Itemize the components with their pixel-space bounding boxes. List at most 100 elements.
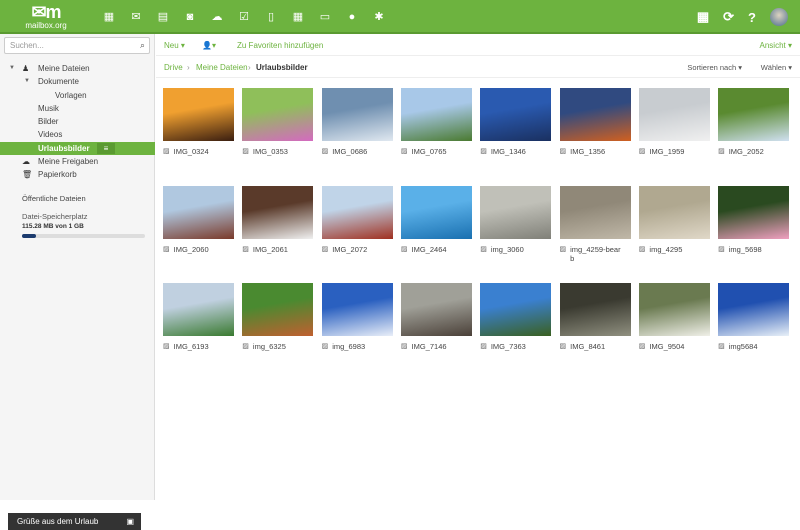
image-thumbnail[interactable] <box>718 88 790 141</box>
image-thumbnail[interactable] <box>718 283 790 336</box>
mail-icon[interactable]: ✉ <box>127 10 145 24</box>
folder-item[interactable]: ☁ Meine Freigaben <box>0 155 155 168</box>
drive-icon[interactable]: ☁ <box>208 10 226 24</box>
portal-icon[interactable]: ▦ <box>100 10 118 24</box>
presentation-icon[interactable]: ▭ <box>316 10 334 24</box>
greeting-button[interactable]: ▣ Grüße aus dem Urlaub <box>8 513 141 530</box>
image-file-icon: ▨ <box>242 245 249 253</box>
sort-dropdown[interactable]: Sortieren nach ▾ <box>687 63 742 72</box>
app-launcher-icon[interactable]: ▦ <box>697 9 709 25</box>
image-thumbnail[interactable] <box>480 88 552 141</box>
avatar[interactable] <box>770 8 788 26</box>
image-thumbnail[interactable] <box>400 88 472 141</box>
folder-menu-button[interactable]: ≡ <box>97 142 115 154</box>
public-files-link[interactable]: Öffentliche Dateien <box>22 194 86 203</box>
file-tile[interactable]: ▨ img_6983 <box>321 283 393 351</box>
image-thumbnail[interactable] <box>321 283 393 336</box>
contacts-icon[interactable]: ◙ <box>181 10 199 24</box>
breadcrumb-drive[interactable]: Drive <box>164 63 183 72</box>
folder-item[interactable]: Urlaubsbilder ≡ <box>0 141 155 156</box>
folder-item[interactable]: Videos <box>0 128 155 141</box>
folder-item[interactable]: Musik <box>0 102 155 115</box>
view-dropdown[interactable]: Ansicht ▾ <box>760 41 792 50</box>
file-tile[interactable]: ▨ IMG_6193 <box>163 283 234 351</box>
settings-icon[interactable]: ✱ <box>370 10 388 24</box>
caret-down-icon[interactable]: ▼ <box>24 75 30 88</box>
file-tile[interactable]: ▨ img_4259-bearb <box>559 185 631 263</box>
file-tile[interactable]: ▨ IMG_1959 <box>638 88 710 156</box>
image-thumbnail[interactable] <box>400 185 472 239</box>
image-file-icon: ▨ <box>242 343 249 350</box>
breadcrumb: Drive › Meine Dateien › Urlaubsbilder So… <box>156 56 800 78</box>
image-thumbnail[interactable] <box>400 283 472 336</box>
file-tile[interactable]: ▨ IMG_0353 <box>242 88 314 156</box>
file-tile[interactable]: ▨ IMG_2464 <box>400 185 472 254</box>
image-thumbnail[interactable] <box>638 283 710 336</box>
share-button[interactable]: 👤▾ <box>202 41 216 50</box>
file-tile[interactable]: ▨ IMG_2052 <box>718 88 790 156</box>
file-tile[interactable]: ▨ IMG_2060 <box>163 185 234 254</box>
image-thumbnail[interactable] <box>480 185 552 239</box>
image-thumbnail[interactable] <box>559 185 631 239</box>
image-thumbnail[interactable] <box>163 88 234 141</box>
tasks-icon[interactable]: ☑ <box>235 10 253 24</box>
folder-item[interactable]: 🗑 Papierkorb <box>0 168 155 181</box>
image-file-icon: ▨ <box>400 245 408 253</box>
image-thumbnail[interactable] <box>242 88 314 141</box>
mailbox-logo[interactable]: ✉m mailbox.org <box>24 3 68 30</box>
add-favorite-button[interactable]: Zu Favoriten hinzufügen <box>237 41 323 50</box>
file-tile[interactable]: ▨ IMG_0686 <box>321 88 393 156</box>
file-tile[interactable]: ▨ img_5698 <box>718 185 790 254</box>
file-tile[interactable]: ▨ IMG_2061 <box>242 185 314 254</box>
file-tile[interactable]: ▨ IMG_0324 <box>163 88 234 156</box>
help-icon[interactable]: ? <box>748 10 756 25</box>
image-thumbnail[interactable] <box>480 283 552 336</box>
image-thumbnail[interactable] <box>163 283 234 336</box>
image-thumbnail[interactable] <box>638 88 710 141</box>
file-name: IMG_6193 <box>173 342 209 351</box>
new-button[interactable]: Neu ▾ <box>164 41 185 50</box>
file-tile[interactable]: ▨ img_3060 <box>480 185 552 254</box>
file-tile[interactable]: ▨ img_4295 <box>638 185 710 254</box>
file-tile[interactable]: ▨ IMG_0765 <box>400 88 472 156</box>
image-thumbnail[interactable] <box>559 283 631 336</box>
file-tile[interactable]: ▨ img5684 <box>718 283 790 351</box>
image-thumbnail[interactable] <box>163 185 234 239</box>
select-dropdown[interactable]: Wählen ▾ <box>761 63 792 72</box>
image-thumbnail[interactable] <box>321 185 393 239</box>
image-thumbnail[interactable] <box>559 88 631 141</box>
folder-item[interactable]: ▼ Dokumente <box>0 75 155 88</box>
image-thumbnail[interactable] <box>718 185 790 239</box>
documents-icon[interactable]: ▯ <box>262 10 280 24</box>
folder-item[interactable]: Vorlagen <box>0 89 155 102</box>
file-tile[interactable]: ▨ IMG_7146 <box>400 283 472 351</box>
image-file-icon: ▨ <box>638 245 646 253</box>
image-thumbnail[interactable] <box>321 88 393 141</box>
image-thumbnail[interactable] <box>242 283 314 336</box>
file-tile[interactable]: ▨ img_6325 <box>242 283 314 351</box>
file-name: IMG_7363 <box>490 342 526 351</box>
image-file-icon: ▨ <box>321 245 329 253</box>
image-thumbnail[interactable] <box>638 185 710 239</box>
file-tile[interactable]: ▨ IMG_9504 <box>638 283 710 351</box>
file-tile[interactable]: ▨ IMG_8461 <box>559 283 631 351</box>
folder-item[interactable]: ▼ ♟ Meine Dateien <box>0 62 155 75</box>
breadcrumb-my-files[interactable]: Meine Dateien <box>196 63 248 72</box>
file-tile[interactable]: ▨ IMG_1346 <box>480 88 552 156</box>
image-thumbnail[interactable] <box>242 185 314 239</box>
chat-icon[interactable]: ● <box>343 10 361 24</box>
search-input[interactable]: Suchen... ⌕ <box>4 37 150 54</box>
image-file-icon: ▨ <box>480 148 487 155</box>
folder-item[interactable]: Bilder <box>0 115 155 128</box>
image-file-icon: ▨ <box>400 148 408 155</box>
image-file-icon: ▨ <box>559 343 567 350</box>
file-tile[interactable]: ▨ IMG_7363 <box>480 283 552 351</box>
file-tile[interactable]: ▨ IMG_1356 <box>559 88 631 156</box>
calendar-icon[interactable]: ▤ <box>154 10 172 24</box>
file-tile[interactable]: ▨ IMG_2072 <box>321 185 393 254</box>
spreadsheet-icon[interactable]: ▦ <box>289 10 307 24</box>
search-icon[interactable]: ⌕ <box>140 40 145 51</box>
refresh-icon[interactable]: ⟳ <box>723 9 734 25</box>
caret-down-icon[interactable]: ▼ <box>9 62 15 75</box>
file-name: IMG_0765 <box>411 147 447 156</box>
